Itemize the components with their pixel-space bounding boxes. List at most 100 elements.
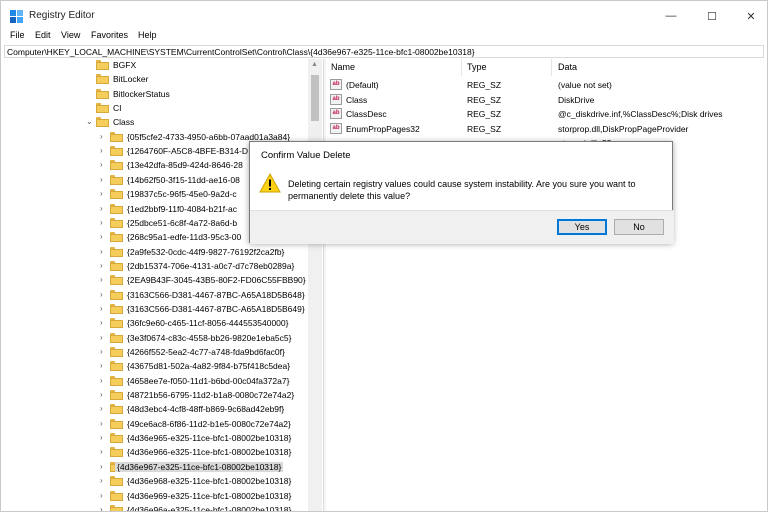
chevron-right-icon[interactable]: › [100,447,108,457]
chevron-right-icon[interactable]: › [100,247,108,257]
chevron-right-icon[interactable]: › [100,261,108,271]
menu-edit[interactable]: Edit [35,30,51,40]
chevron-right-icon[interactable]: › [100,218,108,228]
tree-node-label: {1264760F-A5C8-4BFE-B314-D [127,146,248,157]
title-bar[interactable]: Registry Editor — ☐ ✕ [1,1,767,31]
tree-node[interactable]: › {3163C566-D381-4467-87BC-A65A18D5B648} [4,289,308,302]
chevron-right-icon[interactable]: › [100,505,108,511]
menu-favorites[interactable]: Favorites [91,30,128,40]
tree-node[interactable]: › {48d3ebc4-4cf8-48ff-b869-9c68ad42eb9f} [4,403,308,416]
scrollbar-thumb[interactable] [311,75,319,121]
chevron-right-icon[interactable]: › [100,419,108,429]
column-header-data[interactable]: Data [558,62,577,72]
value-row[interactable]: ab ClassDesc REG_SZ @c_diskdrive.inf,%Class… [327,107,767,121]
column-header-type[interactable]: Type [467,62,487,72]
chevron-right-icon[interactable]: › [100,491,108,501]
chevron-right-icon[interactable]: › [100,476,108,486]
tree-node-selected[interactable]: › {4d36e967-e325-11ce-bfc1-08002be10318} [4,461,308,474]
tree-node-label: {3e3f0674-c83c-4558-bb26-9820e1eba5c5} [127,332,292,343]
tree-node[interactable]: › {36fc9e60-c465-11cf-8056-444553540000} [4,317,308,330]
tree-node[interactable]: BGFX [4,59,308,72]
tree-node[interactable]: › {4d36e969-e325-11ce-bfc1-08002be10318} [4,490,308,503]
folder-icon [110,189,123,200]
value-row[interactable]: ab Class REG_SZ DiskDrive [327,93,767,107]
value-type-cell: REG_SZ [467,123,502,134]
tree-node[interactable]: › {2a9fe532-0cdc-44f9-9827-76192f2ca2fb} [4,246,308,259]
chevron-right-icon[interactable]: › [100,390,108,400]
pane-splitter[interactable] [323,59,326,511]
folder-icon [110,174,123,185]
close-button[interactable]: ✕ [735,1,767,31]
tree-node[interactable]: › {4266f552-5ea2-4c77-a748-fda9bd6fac0f} [4,346,308,359]
chevron-right-icon[interactable]: › [100,361,108,371]
tree-node-label: {2db15374-706e-4131-a0c7-d7c78eb0289a} [127,260,295,271]
folder-icon [96,117,109,128]
no-button[interactable]: No [614,219,664,235]
chevron-right-icon[interactable]: › [100,132,108,142]
tree-node[interactable]: › {4d36e96a-e325-11ce-bfc1-08002be10318} [4,504,308,511]
chevron-right-icon[interactable]: › [100,204,108,214]
chevron-right-icon[interactable]: › [100,189,108,199]
tree-node[interactable]: › {4d36e966-e325-11ce-bfc1-08002be10318} [4,446,308,459]
tree-node[interactable]: › {43675d81-502a-4a82-9f84-b75f418c5dea} [4,360,308,373]
chevron-right-icon[interactable]: › [100,160,108,170]
string-value-icon: ab [330,122,342,134]
scroll-up-icon[interactable]: ▲ [311,61,318,68]
chevron-right-icon[interactable]: › [100,146,108,156]
tree-node[interactable]: › {4d36e965-e325-11ce-bfc1-08002be10318} [4,432,308,445]
yes-button[interactable]: Yes [557,219,607,235]
address-path: Computer\HKEY_LOCAL_MACHINE\SYSTEM\Curre… [7,47,475,57]
folder-icon [96,60,109,70]
chevron-right-icon[interactable]: › [100,318,108,328]
tree-node[interactable]: ⌄ Class [4,116,308,129]
tree-node[interactable]: › {2db15374-706e-4131-a0c7-d7c78eb0289a} [4,260,308,273]
tree-node[interactable]: › {48721b56-6795-11d2-b1a8-0080c72e74a2} [4,389,308,402]
chevron-right-icon[interactable]: › [100,232,108,242]
minimize-button[interactable]: — [655,1,687,31]
value-row[interactable]: ab EnumPropPages32 REG_SZ storprop.dll,Disk… [327,122,767,136]
chevron-right-icon[interactable]: › [100,275,108,285]
tree-node-label: BGFX [113,60,137,70]
confirm-value-delete-dialog: Confirm Value Delete Deleting certain re… [249,141,674,244]
chevron-right-icon[interactable]: › [100,347,108,357]
chevron-right-icon[interactable]: › [100,175,108,185]
chevron-right-icon[interactable]: › [100,433,108,443]
tree-node[interactable]: BitLocker [4,73,308,86]
value-row[interactable]: ab (Default) REG_SZ (value not set) [327,78,767,92]
menu-help[interactable]: Help [138,30,157,40]
registry-editor-window: Registry Editor — ☐ ✕ File Edit View Fav… [0,0,768,512]
chevron-right-icon[interactable]: › [100,462,108,472]
folder-icon [110,447,123,458]
column-header-name[interactable]: Name [331,62,355,72]
chevron-right-icon[interactable]: › [100,376,108,386]
tree-node[interactable]: › {2EA9B43F-3045-43B5-80F2-FD06C55FBB90} [4,274,308,287]
address-bar[interactable]: Computer\HKEY_LOCAL_MACHINE\SYSTEM\Curre… [4,45,764,58]
tree-scrollbar[interactable]: ▲ [308,59,322,511]
tree-node[interactable]: › {3163C566-D381-4467-87BC-A65A18D5B649} [4,303,308,316]
chevron-right-icon[interactable]: › [100,333,108,343]
column-divider[interactable] [551,59,552,76]
tree-node-label: BitlockerStatus [113,88,170,99]
tree-node[interactable]: › {49ce6ac8-6f86-11d2-b1e5-0080c72e74a2} [4,418,308,431]
tree-node-label: {4d36e969-e325-11ce-bfc1-08002be10318} [127,490,292,501]
tree-node[interactable]: BitlockerStatus [4,88,308,101]
column-divider[interactable] [461,59,462,76]
chevron-right-icon[interactable]: › [100,304,108,314]
folder-icon [110,347,123,357]
menu-file[interactable]: File [10,30,25,40]
chevron-right-icon[interactable]: › [100,404,108,414]
tree-node[interactable]: › {3e3f0674-c83c-4558-bb26-9820e1eba5c5} [4,332,308,345]
chevron-right-icon[interactable]: › [100,290,108,300]
tree-node[interactable]: CI [4,102,308,115]
menu-view[interactable]: View [61,30,80,40]
maximize-button[interactable]: ☐ [696,1,728,31]
key-tree[interactable]: BGFX BitLocker BitlockerStatus CI ⌄ Class › {05… [4,59,322,511]
folder-icon [110,390,123,401]
tree-node[interactable]: › {4658ee7e-f050-11d1-b6bd-00c04fa372a7} [4,375,308,388]
chevron-down-icon[interactable]: ⌄ [86,117,94,127]
folder-icon [110,490,123,501]
tree-node[interactable]: › {4d36e968-e325-11ce-bfc1-08002be10318} [4,475,308,488]
folder-icon [110,303,123,314]
menu-bar: File Edit View Favorites Help [1,30,767,44]
tree-node-label: {4266f552-5ea2-4c77-a748-fda9bd6fac0f} [127,347,285,357]
